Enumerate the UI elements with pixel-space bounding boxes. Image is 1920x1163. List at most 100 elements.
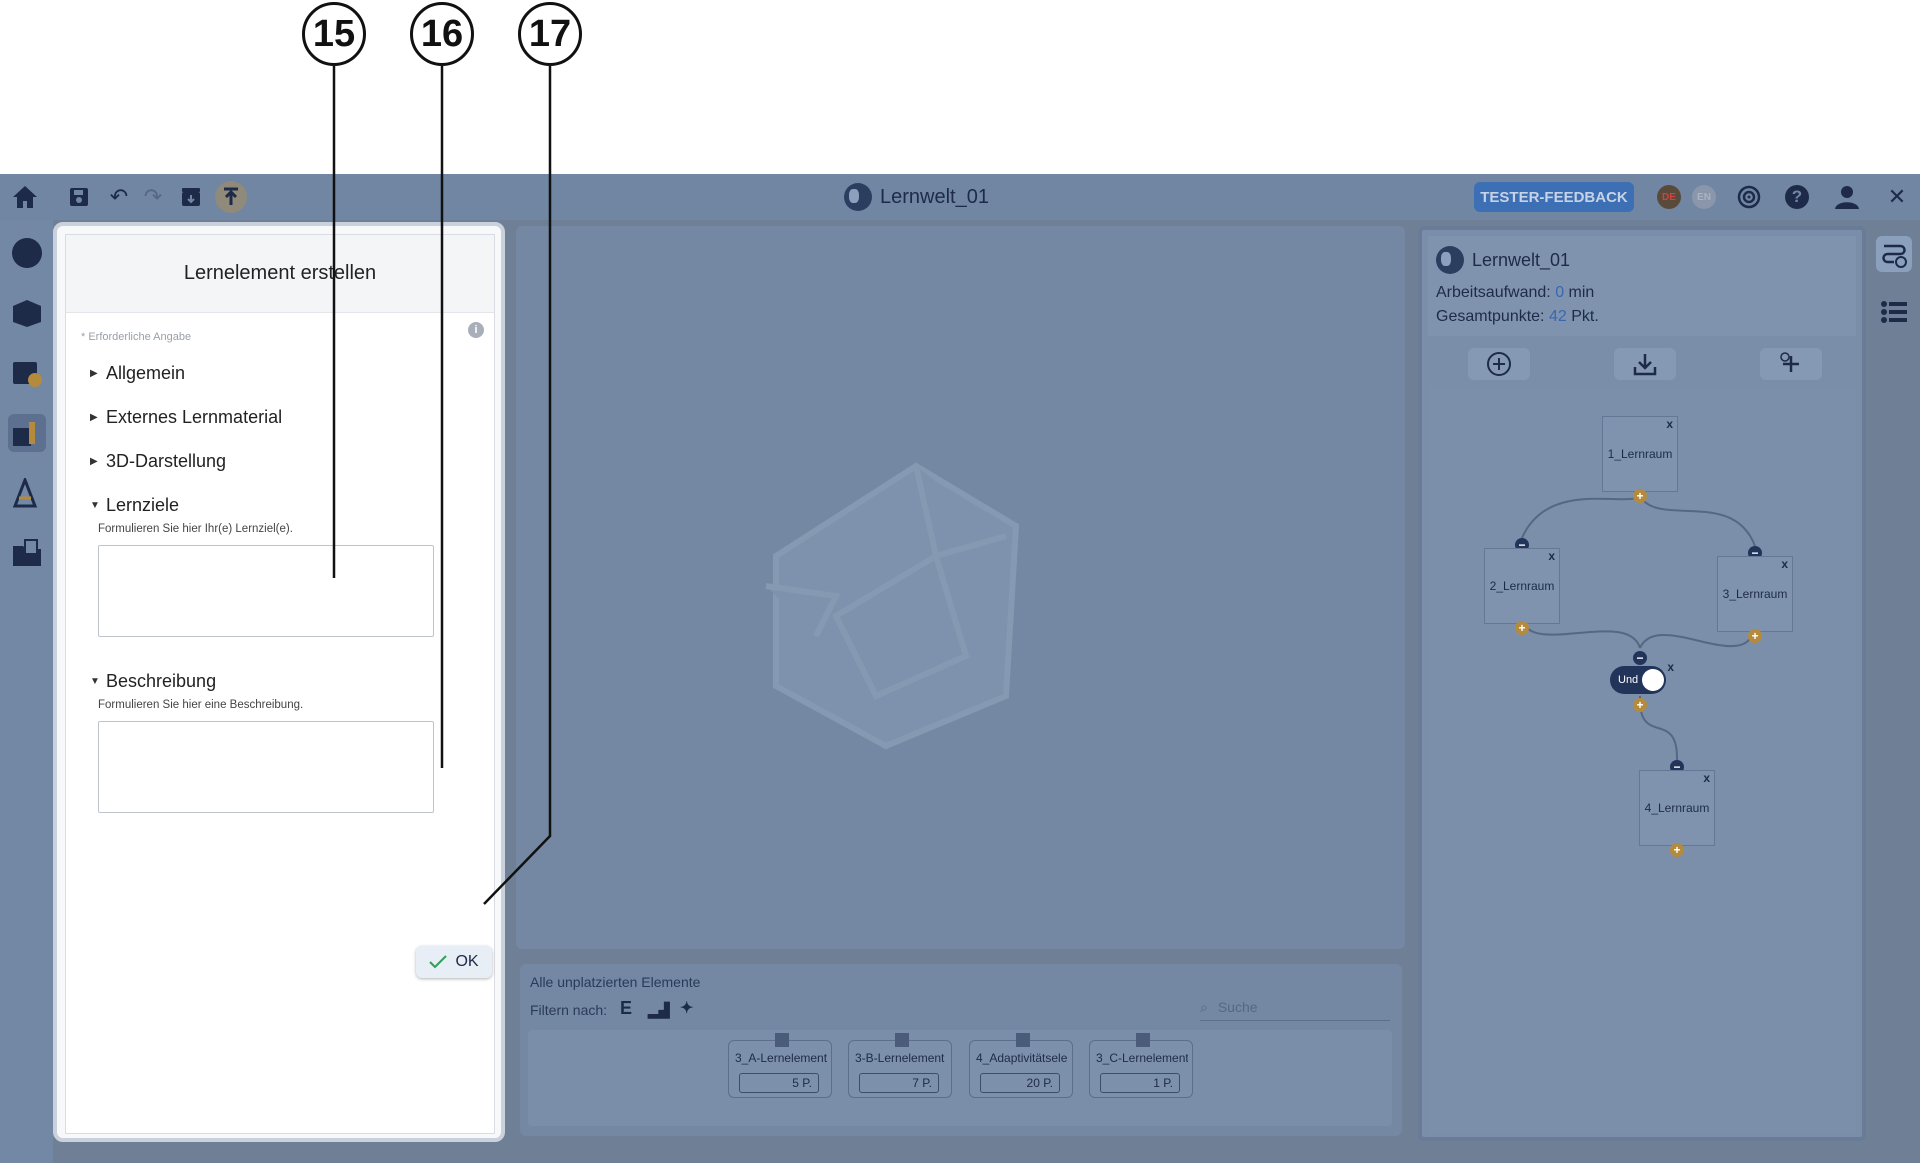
points-unit: Pkt. xyxy=(1571,308,1599,325)
beschreibung-hint: Formulieren Sie hier eine Beschreibung. xyxy=(98,699,304,711)
remove-node-button[interactable]: x xyxy=(1781,557,1788,571)
world-info-title: Lernwelt_01 xyxy=(1436,246,1570,274)
expand-icon: ▶ xyxy=(90,368,98,379)
learning-space-node[interactable]: x 2_Lernraum xyxy=(1484,548,1560,624)
condition-label: Und xyxy=(1618,674,1639,686)
unplaced-title: Alle unplatzierten Elemente xyxy=(530,974,701,990)
points-line: Gesamtpunkte: 42 Pkt. xyxy=(1436,308,1599,326)
export-icon[interactable] xyxy=(215,181,247,213)
save-icon[interactable] xyxy=(64,182,94,212)
element-canvas[interactable] xyxy=(516,226,1405,949)
info-icon[interactable]: i xyxy=(468,322,484,338)
section-beschreibung[interactable]: ▼ Beschreibung xyxy=(90,671,216,692)
search-placeholder: Suche xyxy=(1217,999,1258,1015)
help-icon[interactable]: ? xyxy=(1782,182,1812,212)
node-out-port[interactable]: + xyxy=(1670,843,1684,857)
add-space-button[interactable] xyxy=(1468,348,1530,380)
user-icon[interactable] xyxy=(1832,182,1862,212)
add-condition-icon xyxy=(1780,352,1799,372)
remove-condition-button[interactable]: x xyxy=(1667,660,1674,674)
world-title-label: Lernwelt_01 xyxy=(880,185,989,208)
points-value: 42 xyxy=(1548,308,1567,325)
redo-icon[interactable]: ↷ xyxy=(138,182,168,212)
globe-icon xyxy=(1436,246,1464,274)
callout-16: 16 xyxy=(410,2,474,66)
expand-icon: ▶ xyxy=(90,456,98,467)
section-allgemein[interactable]: ▶ Allgemein xyxy=(90,363,185,384)
node-label: 2_Lernraum xyxy=(1489,579,1555,593)
check-icon xyxy=(429,955,448,969)
ok-button[interactable]: OK xyxy=(416,946,492,978)
create-element-form: Lernelement erstellen * Erforderliche An… xyxy=(65,234,495,1134)
learning-path-graph[interactable]: x 1_Lernraum + − x 2_Lernraum + − x 3_Le… xyxy=(1428,388,1856,1133)
unplaced-element-name: 4_Adaptivitätselement xyxy=(976,1051,1068,1065)
learning-space-node[interactable]: x 3_Lernraum xyxy=(1717,556,1793,632)
tester-feedback-button[interactable]: TESTER-FEEDBACK xyxy=(1474,182,1634,212)
section-externes-lernmaterial[interactable]: ▶ Externes Lernmaterial xyxy=(90,407,282,428)
unplaced-element-card[interactable]: 3_C-Lernelement 1 P. xyxy=(1089,1033,1193,1098)
world-info-title-label: Lernwelt_01 xyxy=(1472,249,1571,270)
node-out-port[interactable]: + xyxy=(1633,489,1647,503)
import-icon xyxy=(1633,354,1657,376)
filter-element-icon[interactable]: E xyxy=(620,998,632,1019)
section-lernziele-label: Lernziele xyxy=(106,495,180,515)
remove-node-button[interactable]: x xyxy=(1666,417,1673,431)
node-label: 1_Lernraum xyxy=(1607,447,1673,461)
search-field[interactable]: ⌕ Suche xyxy=(1200,994,1390,1021)
element-menu-icon[interactable] xyxy=(8,414,46,452)
unplaced-element-card[interactable]: 4_Adaptivitätselement 20 P. xyxy=(969,1033,1073,1098)
world-menu-icon[interactable] xyxy=(8,234,46,272)
lang-en-button[interactable]: EN xyxy=(1692,185,1716,209)
unplaced-element-card[interactable]: 3_A-Lernelement 5 P. xyxy=(728,1033,832,1098)
top-toolbar: ↶ ↷ Lernwelt_01 TESTER-FEEDBACK DE EN ? … xyxy=(0,174,1920,220)
space-menu-icon[interactable] xyxy=(8,294,46,332)
list-view-icon[interactable] xyxy=(1876,294,1912,330)
undo-icon[interactable]: ↶ xyxy=(104,182,134,212)
unplaced-elements-panel: Alle unplatzierten Elemente Filtern nach… xyxy=(520,964,1402,1136)
section-lernziele[interactable]: ▼ Lernziele xyxy=(90,495,179,516)
callout-17: 17 xyxy=(518,2,582,66)
learning-space-node[interactable]: x 1_Lernraum xyxy=(1602,416,1678,492)
effort-value: 0 xyxy=(1555,284,1565,301)
lang-de-button[interactable]: DE xyxy=(1657,185,1681,209)
collapse-icon: ▼ xyxy=(90,676,100,687)
node-out-port[interactable]: + xyxy=(1515,621,1529,635)
element-type-icon xyxy=(895,1033,909,1047)
left-navigation xyxy=(0,220,53,1163)
effort-unit: min xyxy=(1568,284,1595,301)
home-icon[interactable] xyxy=(10,182,40,212)
callout-15: 15 xyxy=(302,2,366,66)
add-icon xyxy=(1487,352,1511,376)
unplaced-element-card[interactable]: 3-B-Lernelement 7 P. xyxy=(848,1033,952,1098)
lernziele-textarea[interactable] xyxy=(98,545,434,637)
unplaced-element-name: 3_C-Lernelement xyxy=(1096,1051,1188,1065)
import-button[interactable] xyxy=(1614,348,1676,380)
filter-story-icon[interactable]: ▂▟ xyxy=(648,1002,670,1019)
condition-node[interactable]: x Und xyxy=(1602,660,1678,700)
files-menu-icon[interactable] xyxy=(8,534,46,572)
adaptivity-menu-icon[interactable] xyxy=(8,474,46,512)
callout-17-label: 17 xyxy=(528,12,572,55)
remove-node-button[interactable]: x xyxy=(1548,549,1555,563)
add-condition-button[interactable] xyxy=(1760,348,1822,380)
element-type-icon xyxy=(1136,1033,1150,1047)
search-icon: ⌕ xyxy=(1200,998,1208,1015)
filter-adaptive-icon[interactable]: ✦ xyxy=(680,998,693,1018)
content-menu-icon[interactable] xyxy=(8,354,46,392)
learning-path-icon[interactable] xyxy=(1876,236,1912,272)
section-externes-label: Externes Lernmaterial xyxy=(106,407,283,427)
learning-space-node[interactable]: x 4_Lernraum xyxy=(1639,770,1715,846)
section-3d-darstellung[interactable]: ▶ 3D-Darstellung xyxy=(90,451,226,472)
unplaced-element-name: 3-B-Lernelement xyxy=(855,1051,945,1065)
target-icon[interactable] xyxy=(1734,182,1764,212)
beschreibung-textarea[interactable] xyxy=(98,721,434,813)
node-label: 3_Lernraum xyxy=(1722,587,1788,601)
create-element-dialog: Lernelement erstellen * Erforderliche An… xyxy=(53,222,505,1142)
close-icon[interactable]: ✕ xyxy=(1882,182,1912,212)
download-icon[interactable] xyxy=(176,182,206,212)
lernziele-hint: Formulieren Sie hier Ihr(e) Lernziel(e). xyxy=(98,523,293,535)
node-out-port[interactable]: + xyxy=(1748,629,1762,643)
filter-label: Filtern nach: xyxy=(530,1002,608,1018)
condition-out-port[interactable]: + xyxy=(1633,698,1647,712)
remove-node-button[interactable]: x xyxy=(1703,771,1710,785)
